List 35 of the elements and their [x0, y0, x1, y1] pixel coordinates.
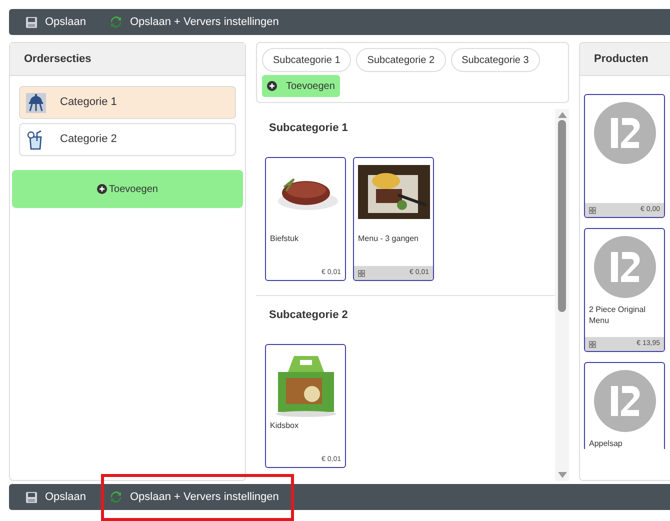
category-item[interactable]: Categorie 1	[19, 86, 236, 119]
product-card[interactable]: Appelsap	[584, 362, 665, 449]
save-button[interactable]: Opslaan	[26, 488, 86, 506]
logo-icon	[594, 102, 656, 164]
refresh-icon	[110, 491, 122, 503]
product-name: Appelsap	[589, 439, 622, 448]
panel-title: Ordersecties	[24, 52, 92, 67]
add-subcategory-button[interactable]: Toevoegen	[262, 75, 340, 97]
save-refresh-button[interactable]: Opslaan + Ververs instellingen	[110, 488, 279, 506]
subcategory-tab[interactable]: Subcategorie 3	[450, 48, 540, 72]
add-category-button[interactable]: Toevoegen	[12, 170, 243, 208]
scroll-up-icon[interactable]	[558, 112, 566, 118]
scrollbar-thumb[interactable]	[558, 120, 566, 312]
logo-icon	[594, 370, 656, 432]
logo-icon	[594, 236, 656, 298]
subcategory-heading: Subcategorie 1	[269, 122, 348, 134]
product-name: Biefstuk	[270, 234, 298, 243]
plus-icon	[267, 81, 277, 91]
panel-title: Producten	[594, 52, 648, 67]
grid-icon	[589, 340, 596, 348]
save-button[interactable]: Opslaan	[26, 14, 86, 30]
save-refresh-button[interactable]: Opslaan + Ververs instellingen	[110, 14, 279, 30]
subcategory-heading: Subcategorie 2	[269, 309, 348, 321]
refresh-icon	[110, 16, 122, 28]
product-name: 2 Piece Original Menu	[589, 305, 646, 325]
grid-icon	[358, 270, 365, 276]
product-name: Menu - 3 gangen	[358, 234, 418, 243]
grid-icon	[589, 206, 596, 214]
category-item[interactable]: Categorie 2	[19, 123, 236, 156]
scroll-down-icon[interactable]	[558, 472, 566, 478]
subcategory-tab[interactable]: Subcategorie 2	[356, 48, 446, 72]
grill-icon	[26, 92, 46, 112]
plus-icon	[97, 184, 108, 194]
product-name: Kidsbox	[270, 421, 298, 430]
subcategory-tab[interactable]: Subcategorie 1	[262, 48, 352, 72]
